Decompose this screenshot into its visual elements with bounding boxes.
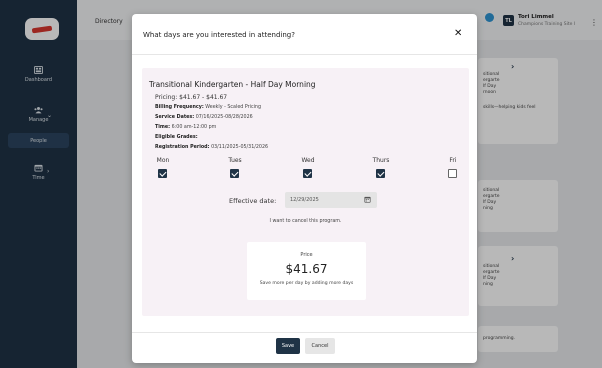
effective-date-input[interactable]: 12/29/2025 [285, 192, 377, 208]
checkbox-fri[interactable] [448, 169, 457, 178]
day-label-tues: Tues [228, 157, 242, 164]
day-label-mon: Mon [156, 157, 170, 164]
calendar-icon[interactable] [364, 196, 371, 203]
price-hint: Save more per day by adding more days [259, 281, 354, 286]
cancel-program-link[interactable]: I want to cancel this program. [142, 219, 469, 224]
divider [132, 54, 477, 55]
checkbox-mon[interactable] [158, 169, 167, 178]
detail-label: Eligible Grades: [155, 135, 198, 140]
close-icon[interactable]: ✕ [454, 29, 462, 39]
detail-value: 07/16/2025-08/28/2026 [195, 115, 253, 120]
detail-registration-period: Registration Period: 03/11/2025-05/31/20… [155, 145, 268, 150]
program-panel: Transitional Kindergarten - Half Day Mor… [142, 68, 469, 316]
detail-label: Service Dates: [155, 115, 195, 120]
attendance-days-modal: What days are you interested in attendin… [132, 14, 477, 363]
detail-billing-frequency: Billing Frequency: Weekly - Scaled Prici… [155, 105, 261, 110]
price-label: Price [300, 252, 313, 258]
divider [132, 332, 477, 333]
modal-title: What days are you interested in attendin… [143, 31, 295, 39]
checkbox-tues[interactable] [230, 169, 239, 178]
program-title: Transitional Kindergarten - Half Day Mor… [149, 80, 316, 89]
price-value: $41.67 [285, 262, 328, 276]
checkbox-thurs[interactable] [376, 169, 385, 178]
detail-label: Billing Frequency: [155, 105, 204, 110]
detail-value: 6:00 am-12:00 pm [171, 125, 217, 130]
price-box: Price $41.67 Save more per day by adding… [247, 242, 366, 300]
day-label-wed: Wed [301, 157, 315, 164]
checkbox-wed[interactable] [303, 169, 312, 178]
day-label-fri: Fri [449, 157, 457, 164]
program-pricing: Pricing: $41.67 - $41.67 [155, 94, 228, 101]
effective-date-value: 12/29/2025 [290, 197, 319, 203]
detail-value: 03/11/2025-05/31/2026 [211, 145, 269, 150]
save-button[interactable]: Save [276, 338, 300, 354]
detail-service-dates: Service Dates: 07/16/2025-08/28/2026 [155, 115, 253, 120]
detail-time: Time: 6:00 am-12:00 pm [155, 125, 216, 130]
detail-eligible-grades: Eligible Grades: [155, 135, 198, 140]
detail-label: Registration Period: [155, 145, 210, 150]
effective-date-label: Effective date: [229, 197, 277, 205]
day-label-thurs: Thurs [372, 157, 390, 164]
detail-label: Time: [155, 125, 171, 130]
detail-value: Weekly - Scaled Pricing [205, 105, 262, 110]
cancel-button[interactable]: Cancel [305, 338, 335, 354]
